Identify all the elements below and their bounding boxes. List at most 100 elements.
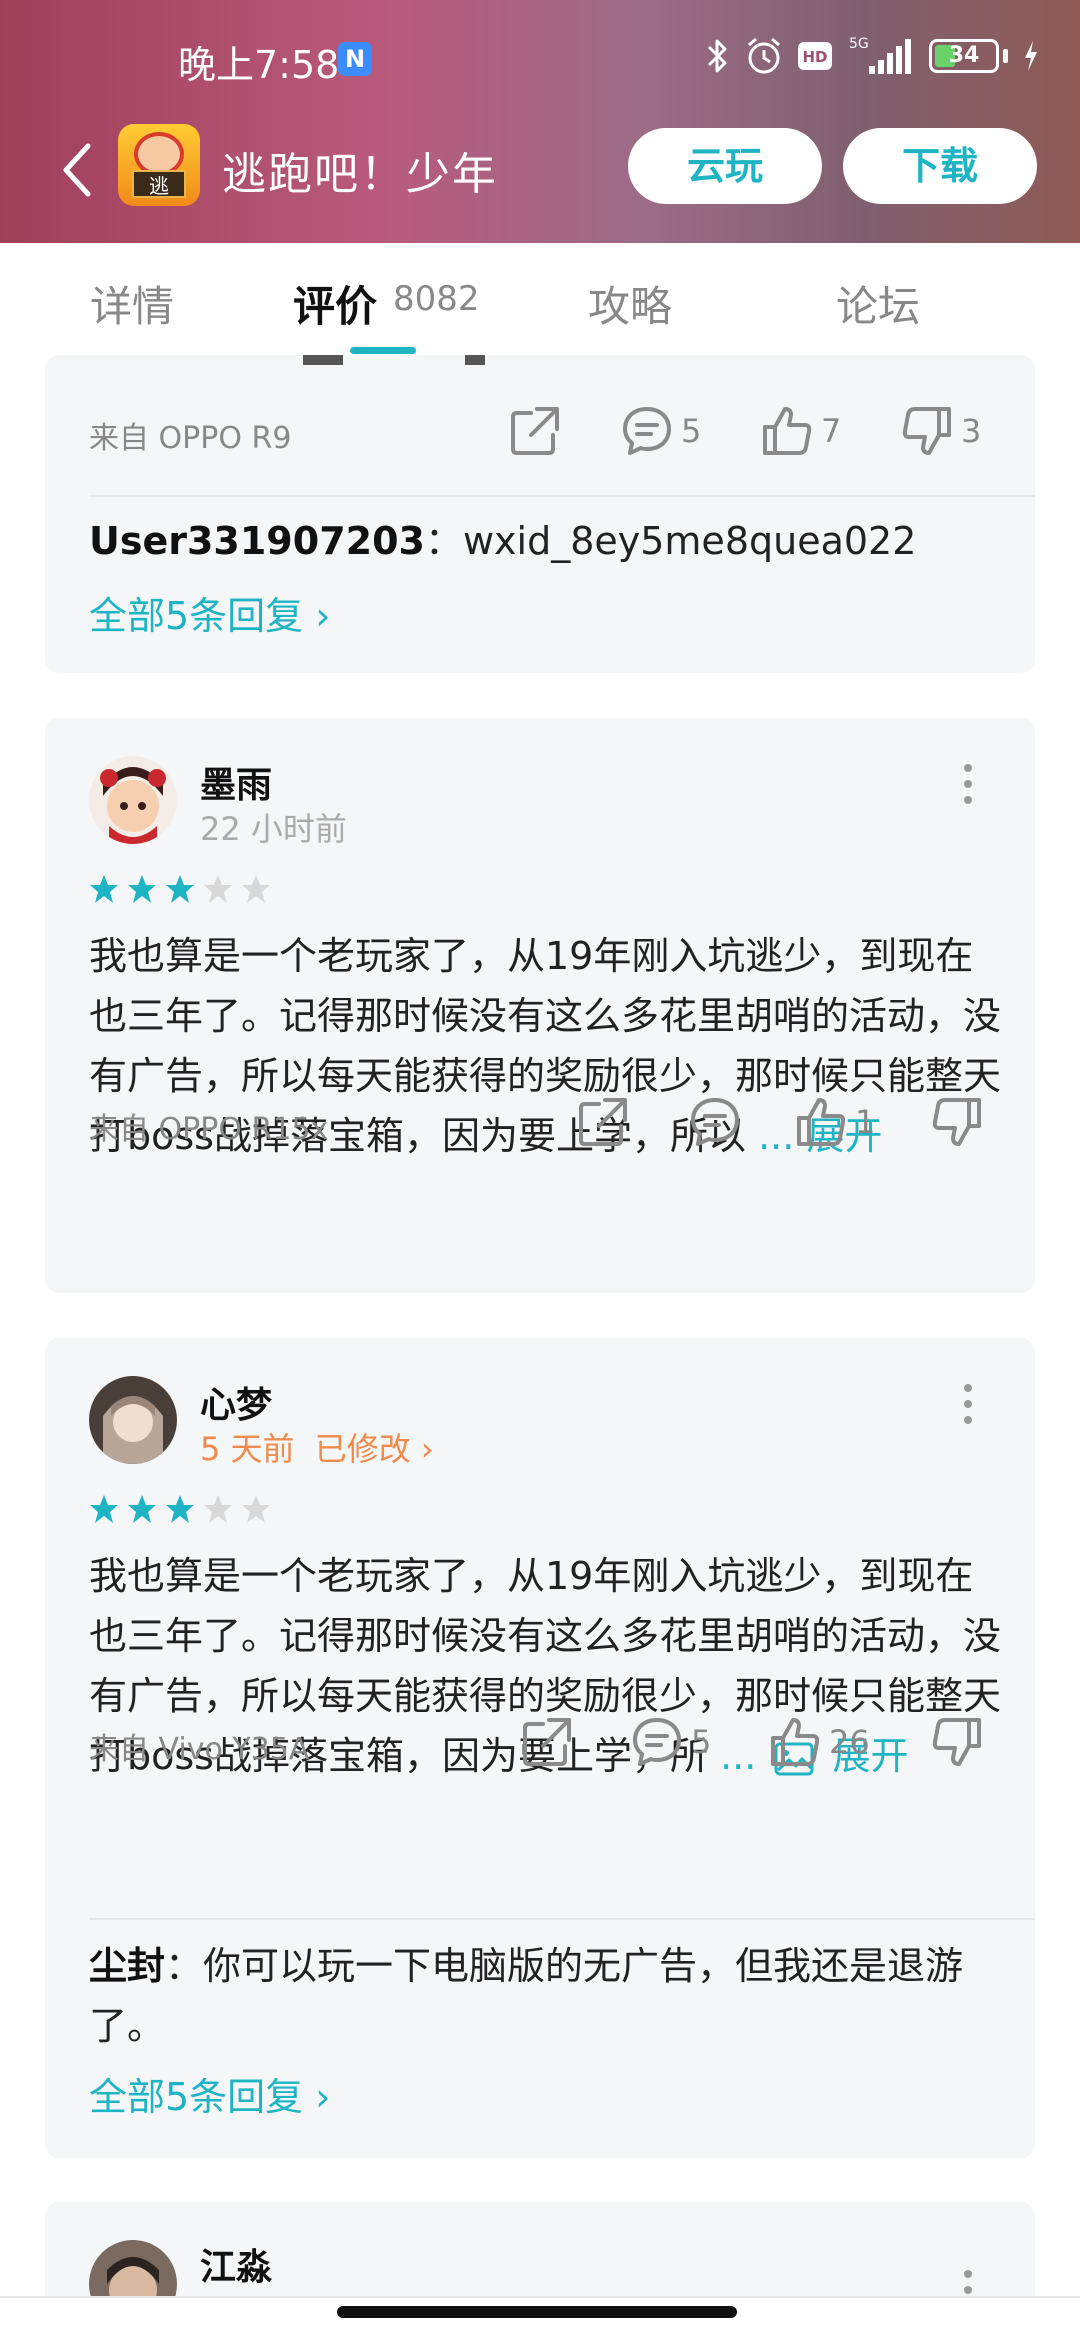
like-count: 26 <box>829 1723 870 1761</box>
avatar[interactable] <box>89 756 177 844</box>
thumbs-down-icon <box>902 407 951 455</box>
status-bar: 晚上7:58 N HD 5G 34 <box>0 0 1080 120</box>
star-icon <box>166 875 194 903</box>
share-button[interactable] <box>577 1096 629 1148</box>
svg-text:5G: 5G <box>849 36 869 52</box>
review-ellipsis: ... <box>758 1114 795 1158</box>
battery-level: 34 <box>948 43 980 68</box>
alarm-icon <box>748 37 780 74</box>
username[interactable]: 墨雨 <box>200 756 272 808</box>
cut-off-text <box>303 355 343 365</box>
hd-icon: HD <box>798 42 832 70</box>
reply-text: ：wxid_8ey5me8quea022 <box>424 519 917 563</box>
tab-reviews[interactable]: 评价 <box>293 273 377 334</box>
divider <box>89 1918 1035 1920</box>
review-card: 江淼 <box>45 2202 1035 2296</box>
avatar[interactable] <box>89 2240 177 2296</box>
star-icon <box>204 875 232 903</box>
star-icon <box>204 1495 232 1523</box>
reply-username[interactable]: 尘封 <box>89 1944 165 1988</box>
comment-count: 5 <box>691 1723 712 1761</box>
more-options-icon[interactable] <box>963 1384 973 1430</box>
star-icon <box>242 1495 270 1523</box>
star-icon <box>90 875 118 903</box>
more-options-icon[interactable] <box>963 2270 973 2296</box>
dislike-count: 3 <box>961 412 982 450</box>
divider <box>89 495 1035 497</box>
charging-icon <box>1025 41 1037 71</box>
comment-icon <box>691 1098 739 1146</box>
app-icon: 逃 <box>118 124 200 206</box>
cut-off-text <box>465 355 485 365</box>
share-icon <box>523 1718 571 1766</box>
bottom-divider <box>0 2296 1080 2298</box>
view-all-replies-link[interactable]: 全部5条回复 › <box>89 585 330 640</box>
notification-badge-icon: N <box>338 42 372 76</box>
bluetooth-icon <box>707 39 727 73</box>
reply-preview: User331907203：wxid_8ey5me8quea022 <box>89 511 1009 571</box>
star-rating <box>89 874 271 904</box>
more-options-icon[interactable] <box>963 764 973 810</box>
comment-icon <box>633 1718 681 1766</box>
comment-button[interactable]: 5 <box>631 1716 711 1768</box>
edited-link[interactable]: 已修改 › <box>315 1430 434 1468</box>
star-icon <box>90 1495 118 1523</box>
home-indicator[interactable] <box>337 2306 737 2318</box>
star-icon <box>128 875 156 903</box>
like-button[interactable]: 7 <box>761 405 841 457</box>
star-icon <box>128 1495 156 1523</box>
comment-button[interactable]: 5 <box>621 405 701 457</box>
thumbs-up-icon <box>763 407 812 455</box>
comment-icon <box>623 407 671 455</box>
svg-text:HD: HD <box>802 48 827 66</box>
avatar-image <box>89 756 177 844</box>
comment-count: 5 <box>681 412 702 450</box>
app-icon-sign: 逃 <box>132 170 186 198</box>
thumbs-up-icon <box>771 1718 820 1766</box>
star-rating <box>89 1494 271 1524</box>
reply-username[interactable]: User331907203 <box>89 519 425 563</box>
avatar-image <box>89 2240 177 2296</box>
thumbs-down-icon <box>932 1098 981 1146</box>
view-all-replies-link[interactable]: 全部5条回复 › <box>89 2066 330 2121</box>
comment-button[interactable] <box>689 1096 741 1148</box>
tab-bar: 详情 评价 8082 攻略 论坛 <box>0 243 1080 355</box>
review-time: 22 小时前 <box>200 810 347 848</box>
device-label: 来自 OPPO R9 <box>89 421 292 456</box>
reply-text: ：你可以玩一下电脑版的无广告，但我还是退游了。 <box>89 1944 964 2048</box>
back-button[interactable] <box>58 142 118 212</box>
cloud-play-button[interactable]: 云玩 <box>628 128 822 204</box>
status-icons: HD 5G 34 <box>705 34 1040 78</box>
status-time: 晚上7:58 <box>178 43 340 87</box>
tab-reviews-count: 8082 <box>393 279 480 319</box>
share-icon <box>579 1098 627 1146</box>
review-card: 墨雨 22 小时前 我也算是一个老玩家了，从19年刚入坑逃少，到现在也三年了。记… <box>45 718 1035 1293</box>
device-label: 来自 Vivo Y35A <box>89 1732 310 1767</box>
review-ellipsis: ... <box>720 1734 757 1778</box>
like-button[interactable]: 1 <box>795 1096 875 1148</box>
review-time: 5 天前 已修改 › <box>200 1424 434 1470</box>
download-button[interactable]: 下载 <box>843 128 1037 204</box>
review-time-value: 5 天前 <box>200 1430 295 1468</box>
tab-guides[interactable]: 攻略 <box>588 273 672 334</box>
username[interactable]: 心梦 <box>200 1376 272 1428</box>
like-count: 7 <box>821 412 842 450</box>
share-icon <box>511 407 559 455</box>
app-header: 晚上7:58 N HD 5G 34 逃 逃跑吧！少年 云玩 下载 <box>0 0 1080 243</box>
star-icon <box>166 1495 194 1523</box>
battery-icon: 34 <box>929 39 999 73</box>
dislike-button[interactable] <box>931 1096 983 1148</box>
reply-preview: 尘封：你可以玩一下电脑版的无广告，但我还是退游了。 <box>89 1936 1009 2056</box>
tab-forum[interactable]: 论坛 <box>836 273 920 334</box>
dislike-button[interactable] <box>931 1716 983 1768</box>
share-button[interactable] <box>521 1716 573 1768</box>
signal-icon: 5G <box>849 36 911 74</box>
dislike-button[interactable]: 3 <box>901 405 981 457</box>
username[interactable]: 江淼 <box>200 2238 272 2290</box>
tab-indicator <box>350 347 416 354</box>
avatar[interactable] <box>89 1376 177 1464</box>
tab-details[interactable]: 详情 <box>90 273 174 334</box>
like-button[interactable]: 26 <box>769 1716 870 1768</box>
share-button[interactable] <box>509 405 561 457</box>
review-card: 心梦 5 天前 已修改 › 我也算是一个老玩家了，从19年刚入坑逃少，到现在也三… <box>45 1338 1035 2158</box>
